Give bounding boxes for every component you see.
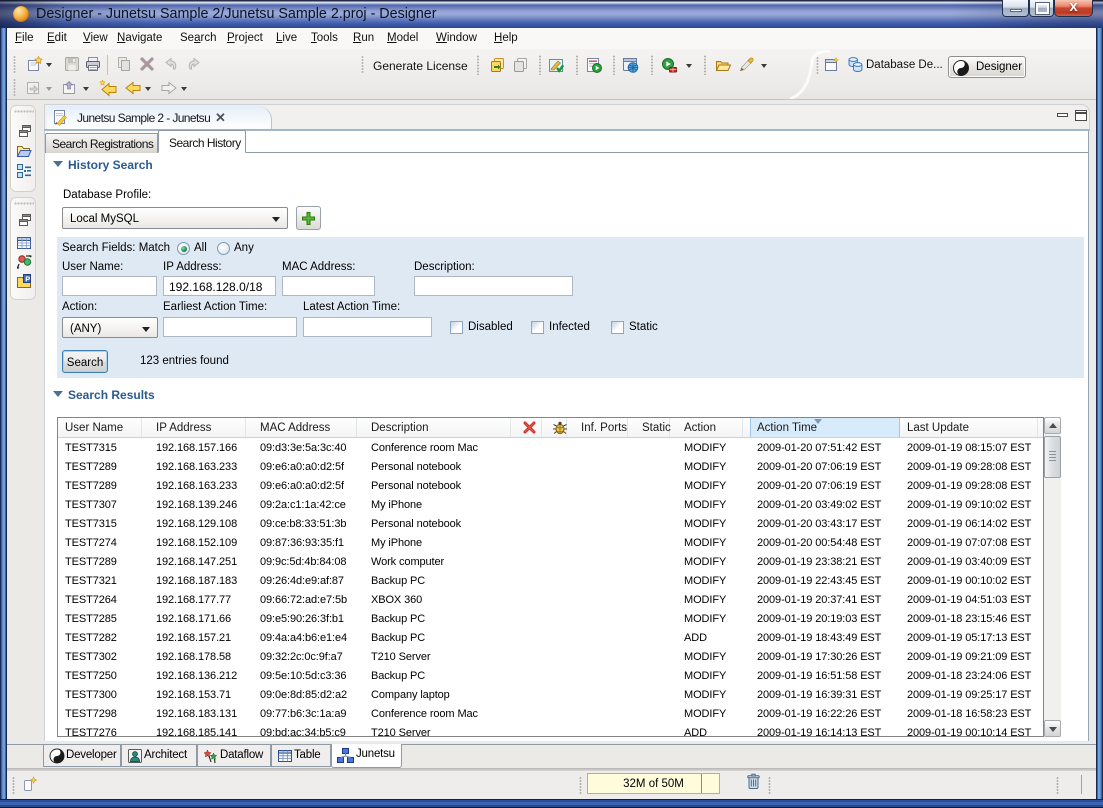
svg-text:P: P: [25, 274, 30, 283]
